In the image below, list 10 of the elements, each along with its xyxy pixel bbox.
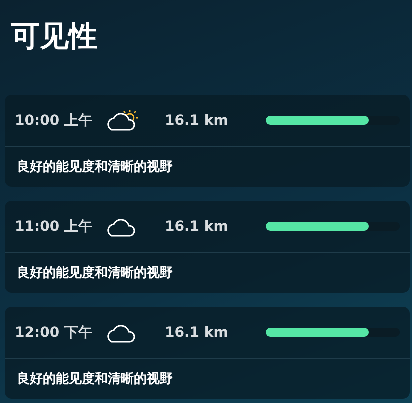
distance-value: 16.1 km bbox=[165, 324, 230, 340]
description: 良好的能见度和清晰的视野 bbox=[16, 264, 174, 283]
time-label: 12:00 下午 bbox=[15, 324, 94, 342]
distance-value: 16.1 km bbox=[165, 112, 230, 128]
time-label: 11:00 上午 bbox=[15, 218, 94, 236]
distance-value: 16.1 km bbox=[165, 218, 230, 234]
time-label: 10:00 上午 bbox=[15, 112, 94, 130]
description: 良好的能见度和清晰的视野 bbox=[16, 158, 174, 177]
page-title: 可见性 bbox=[11, 18, 99, 54]
description: 良好的能见度和清晰的视野 bbox=[16, 370, 174, 389]
